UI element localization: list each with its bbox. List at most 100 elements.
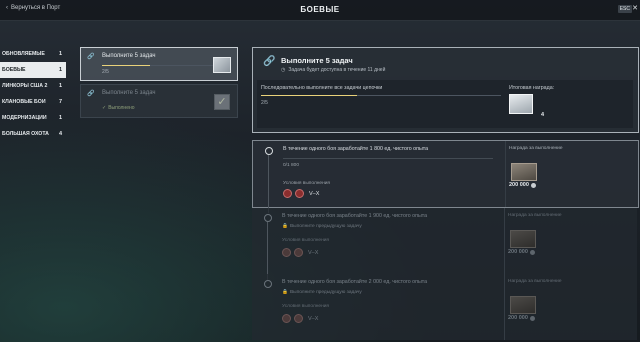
chain-label: Последовательно выполните все задачи цеп… [261,85,383,91]
sidebar-item-count: 1 [58,67,62,73]
condition-label: Условия выполнения [282,304,330,309]
subtask-title: В течение одного боя заработайте 2 000 е… [282,279,428,285]
task-name: Выполните 5 задач [102,90,156,96]
tier-range: V–X [308,249,319,256]
restriction-icon [282,248,291,257]
reward-amount: 200 000 [508,249,535,255]
reward-label: Награда за выполнение [509,146,563,151]
detail-title: Выполните 5 задач [281,56,353,65]
sidebar-item-combat[interactable]: БОЕВЫЕ 1 [0,62,66,78]
reward-divider [505,141,506,207]
reward-container-icon [213,57,231,73]
subtask-progress-bar [283,158,493,159]
mode-icon [295,189,304,198]
reward-label: Награда за выполнение [508,213,562,218]
detail-subtitle-text: Задача будет доступна в течение 11 дней [288,67,386,73]
subtask-progress-text: 0/1 800 [283,163,300,168]
tier-range: V–X [308,315,319,322]
task-card[interactable]: 🔗 Выполните 5 задач 2/5 [80,47,238,81]
condition-icons: V–X [283,189,319,198]
sidebar-item-updatable[interactable]: ОБНОВЛЯЕМЫЕ 1 [0,46,66,62]
check-icon: ✓ [102,105,107,111]
top-bar: ‹ Вернуться в Порт БОЕВЫЕ ESC ✕ [0,0,640,21]
reward-amount: 200 000 [509,182,536,188]
sidebar-item-label: МОДЕРНИЗАЦИИ [2,115,47,121]
check-icon: ✓ [214,94,230,110]
page-title: БОЕВЫЕ [300,5,340,14]
task-progress-bar [102,65,222,66]
sidebar-item-label: БОЕВЫЕ [2,67,26,73]
link-icon: 🔗 [263,56,276,67]
sidebar-item-upgrades[interactable]: МОДЕРНИЗАЦИИ 1 [0,110,66,126]
sidebar-item-count: 1 [58,83,62,89]
sidebar-item-us-battleships[interactable]: ЛИНКОРЫ США 2 1 [0,78,66,94]
clock-icon: ◷ [281,67,286,73]
condition-label: Условия выполнения [282,238,330,243]
mode-icon [294,314,303,323]
task-list: 🔗 Выполните 5 задач 2/5 🔗 Выполните 5 за… [80,47,238,121]
credits-icon [529,249,535,255]
reward-label: Награда за выполнение [508,279,562,284]
subtask-title: В течение одного боя заработайте 1 800 е… [283,146,429,152]
subtask-item[interactable]: В течение одного боя заработайте 1 800 е… [252,140,639,213]
lock-message: 🔒 Выполните предыдущую задачу [282,290,362,295]
subtask-item[interactable]: В течение одного боя заработайте 1 900 е… [252,208,637,280]
subtask-title: В течение одного боя заработайте 1 900 е… [282,213,428,219]
reward-amount-value: 200 000 [508,249,528,255]
sidebar-item-count: 1 [58,51,62,57]
sidebar-item-count: 4 [58,131,62,137]
lock-message-text: Выполните предыдущую задачу [289,290,362,295]
link-icon: 🔗 [87,91,95,97]
restriction-icon [282,314,291,323]
lock-icon: 🔒 [282,224,288,229]
condition-icons: V–X [282,248,318,257]
chain-progress-block: Последовательно выполните все задачи цеп… [257,80,633,128]
task-status-label: Выполнено [108,105,135,111]
close-icon[interactable]: ✕ [632,4,638,12]
condition-icons: V–X [282,314,318,323]
subtask-radio [265,147,273,155]
sidebar-item-label: ЛИНКОРЫ США 2 [2,83,48,89]
task-card[interactable]: 🔗 Выполните 5 задач ✓ Выполнено ✓ [80,84,238,118]
lock-icon: 🔒 [282,290,288,295]
reward-amount-value: 200 000 [508,315,528,321]
category-sidebar: ОБНОВЛЯЕМЫЕ 1 БОЕВЫЕ 1 ЛИНКОРЫ США 2 1 К… [0,46,66,142]
sidebar-item-big-hunt[interactable]: БОЛЬШАЯ ОХОТА 4 [0,126,66,142]
reward-crate-icon[interactable] [510,296,536,314]
detail-subtitle: ◷ Задача будет доступна в течение 11 дней [281,67,385,73]
reward-crate-icon[interactable] [511,163,537,181]
task-progress-fill [102,65,150,66]
condition-label: Условия выполнения [283,181,331,186]
chain-progress-fill [261,95,357,96]
reward-divider [504,208,505,274]
final-reward-label: Итоговая награда: [509,85,555,91]
reward-amount: 200 000 [508,315,535,321]
chain-progress-bar [261,95,501,96]
subtask-connector [267,222,268,280]
subtask-radio [264,214,272,222]
chain-progress-text: 2/5 [261,100,268,106]
tier-range: V–X [309,190,320,197]
esc-key-hint[interactable]: ESC [617,5,632,13]
final-reward-count: 4 [541,112,545,118]
restriction-icon [283,189,292,198]
task-status: ✓ Выполнено [102,105,135,111]
sidebar-item-label: БОЛЬШАЯ ОХОТА [2,131,49,137]
lock-message: 🔒 Выполните предыдущую задачу [282,224,362,229]
sidebar-item-count: 7 [58,99,62,105]
credits-icon [530,182,536,188]
subtask-item[interactable]: В течение одного боя заработайте 2 000 е… [252,274,637,340]
credits-icon [529,315,535,321]
reward-divider [504,274,505,340]
reward-container-icon[interactable] [509,94,533,114]
reward-amount-value: 200 000 [509,182,529,188]
sidebar-item-label: КЛАНОВЫЕ БОИ [2,99,46,105]
task-detail-panel: 🔗 Выполните 5 задач ◷ Задача будет доступ… [252,47,639,133]
sidebar-item-clan-battles[interactable]: КЛАНОВЫЕ БОИ 7 [0,94,66,110]
reward-crate-icon[interactable] [510,230,536,248]
subtask-connector [268,155,269,213]
subtask-radio [264,280,272,288]
mode-icon [294,248,303,257]
link-icon: 🔗 [87,54,95,60]
sidebar-item-count: 1 [58,115,62,121]
